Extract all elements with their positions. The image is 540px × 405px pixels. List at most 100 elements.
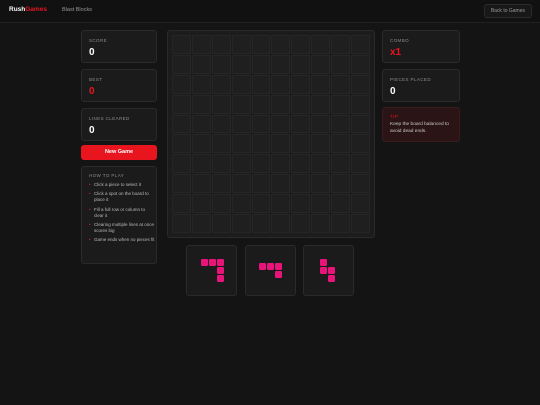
board-cell[interactable] xyxy=(291,114,311,134)
board-cell[interactable] xyxy=(271,94,291,114)
board-cell[interactable] xyxy=(231,54,251,74)
piece-block[interactable] xyxy=(217,267,224,274)
board-cell[interactable] xyxy=(191,174,211,194)
piece-block[interactable] xyxy=(209,259,216,266)
board-cell[interactable] xyxy=(211,154,231,174)
piece-block[interactable] xyxy=(328,275,335,282)
board-cell[interactable] xyxy=(231,134,251,154)
board-cell[interactable] xyxy=(211,114,231,134)
board-cell[interactable] xyxy=(231,194,251,214)
board-cell[interactable] xyxy=(191,74,211,94)
board-cell[interactable] xyxy=(311,94,331,114)
piece-slot-1[interactable] xyxy=(186,245,237,296)
board-cell[interactable] xyxy=(251,194,271,214)
board-cell[interactable] xyxy=(291,74,311,94)
board-cell[interactable] xyxy=(351,194,370,214)
board-cell[interactable] xyxy=(211,54,231,74)
board-cell[interactable] xyxy=(172,35,191,54)
board-cell[interactable] xyxy=(211,94,231,114)
board-cell[interactable] xyxy=(291,174,311,194)
board-cell[interactable] xyxy=(351,114,370,134)
piece-block[interactable] xyxy=(267,263,274,270)
board-cell[interactable] xyxy=(271,194,291,214)
board-cell[interactable] xyxy=(191,154,211,174)
board-cell[interactable] xyxy=(351,174,370,194)
board-cell[interactable] xyxy=(191,194,211,214)
board-cell[interactable] xyxy=(311,54,331,74)
board-cell[interactable] xyxy=(311,35,331,54)
board-cell[interactable] xyxy=(231,214,251,233)
board-cell[interactable] xyxy=(331,174,351,194)
board-cell[interactable] xyxy=(211,74,231,94)
board-cell[interactable] xyxy=(231,35,251,54)
board-cell[interactable] xyxy=(211,174,231,194)
board-cell[interactable] xyxy=(271,134,291,154)
board-cell[interactable] xyxy=(351,134,370,154)
piece-block[interactable] xyxy=(328,267,335,274)
board-cell[interactable] xyxy=(172,74,191,94)
board-cell[interactable] xyxy=(251,74,271,94)
game-board[interactable] xyxy=(167,30,375,238)
board-cell[interactable] xyxy=(251,35,271,54)
board-cell[interactable] xyxy=(191,94,211,114)
piece-block[interactable] xyxy=(259,263,266,270)
board-cell[interactable] xyxy=(351,214,370,233)
piece-block[interactable] xyxy=(320,259,327,266)
back-to-games-button[interactable]: Back to Games xyxy=(483,4,532,18)
board-cell[interactable] xyxy=(172,114,191,134)
board-cell[interactable] xyxy=(271,114,291,134)
board-cell[interactable] xyxy=(291,35,311,54)
board-grid[interactable] xyxy=(172,35,370,233)
board-cell[interactable] xyxy=(231,74,251,94)
board-cell[interactable] xyxy=(331,214,351,233)
piece-block[interactable] xyxy=(275,263,282,270)
board-cell[interactable] xyxy=(311,114,331,134)
brand-logo[interactable]: RushGames xyxy=(9,6,47,13)
board-cell[interactable] xyxy=(172,94,191,114)
board-cell[interactable] xyxy=(331,154,351,174)
board-cell[interactable] xyxy=(351,154,370,174)
board-cell[interactable] xyxy=(311,154,331,174)
board-cell[interactable] xyxy=(191,134,211,154)
board-cell[interactable] xyxy=(291,54,311,74)
board-cell[interactable] xyxy=(331,35,351,54)
board-cell[interactable] xyxy=(311,174,331,194)
piece-block[interactable] xyxy=(275,271,282,278)
board-cell[interactable] xyxy=(172,134,191,154)
board-cell[interactable] xyxy=(291,214,311,233)
board-cell[interactable] xyxy=(311,134,331,154)
board-cell[interactable] xyxy=(211,35,231,54)
board-cell[interactable] xyxy=(271,214,291,233)
board-cell[interactable] xyxy=(331,114,351,134)
board-cell[interactable] xyxy=(191,35,211,54)
board-cell[interactable] xyxy=(331,94,351,114)
board-cell[interactable] xyxy=(291,134,311,154)
board-cell[interactable] xyxy=(172,174,191,194)
board-cell[interactable] xyxy=(191,54,211,74)
board-cell[interactable] xyxy=(291,194,311,214)
board-cell[interactable] xyxy=(271,174,291,194)
board-cell[interactable] xyxy=(331,134,351,154)
board-cell[interactable] xyxy=(251,174,271,194)
piece-block[interactable] xyxy=(320,267,327,274)
board-cell[interactable] xyxy=(331,54,351,74)
board-cell[interactable] xyxy=(351,94,370,114)
board-cell[interactable] xyxy=(331,74,351,94)
piece-block[interactable] xyxy=(201,259,208,266)
board-cell[interactable] xyxy=(271,54,291,74)
board-cell[interactable] xyxy=(211,134,231,154)
board-cell[interactable] xyxy=(311,214,331,233)
board-cell[interactable] xyxy=(251,114,271,134)
board-cell[interactable] xyxy=(251,94,271,114)
board-cell[interactable] xyxy=(291,154,311,174)
board-cell[interactable] xyxy=(271,35,291,54)
board-cell[interactable] xyxy=(251,54,271,74)
board-cell[interactable] xyxy=(172,194,191,214)
piece-block[interactable] xyxy=(217,259,224,266)
board-cell[interactable] xyxy=(231,114,251,134)
piece-slot-3[interactable] xyxy=(303,245,354,296)
board-cell[interactable] xyxy=(251,134,271,154)
board-cell[interactable] xyxy=(291,94,311,114)
piece-block[interactable] xyxy=(217,275,224,282)
board-cell[interactable] xyxy=(191,214,211,233)
